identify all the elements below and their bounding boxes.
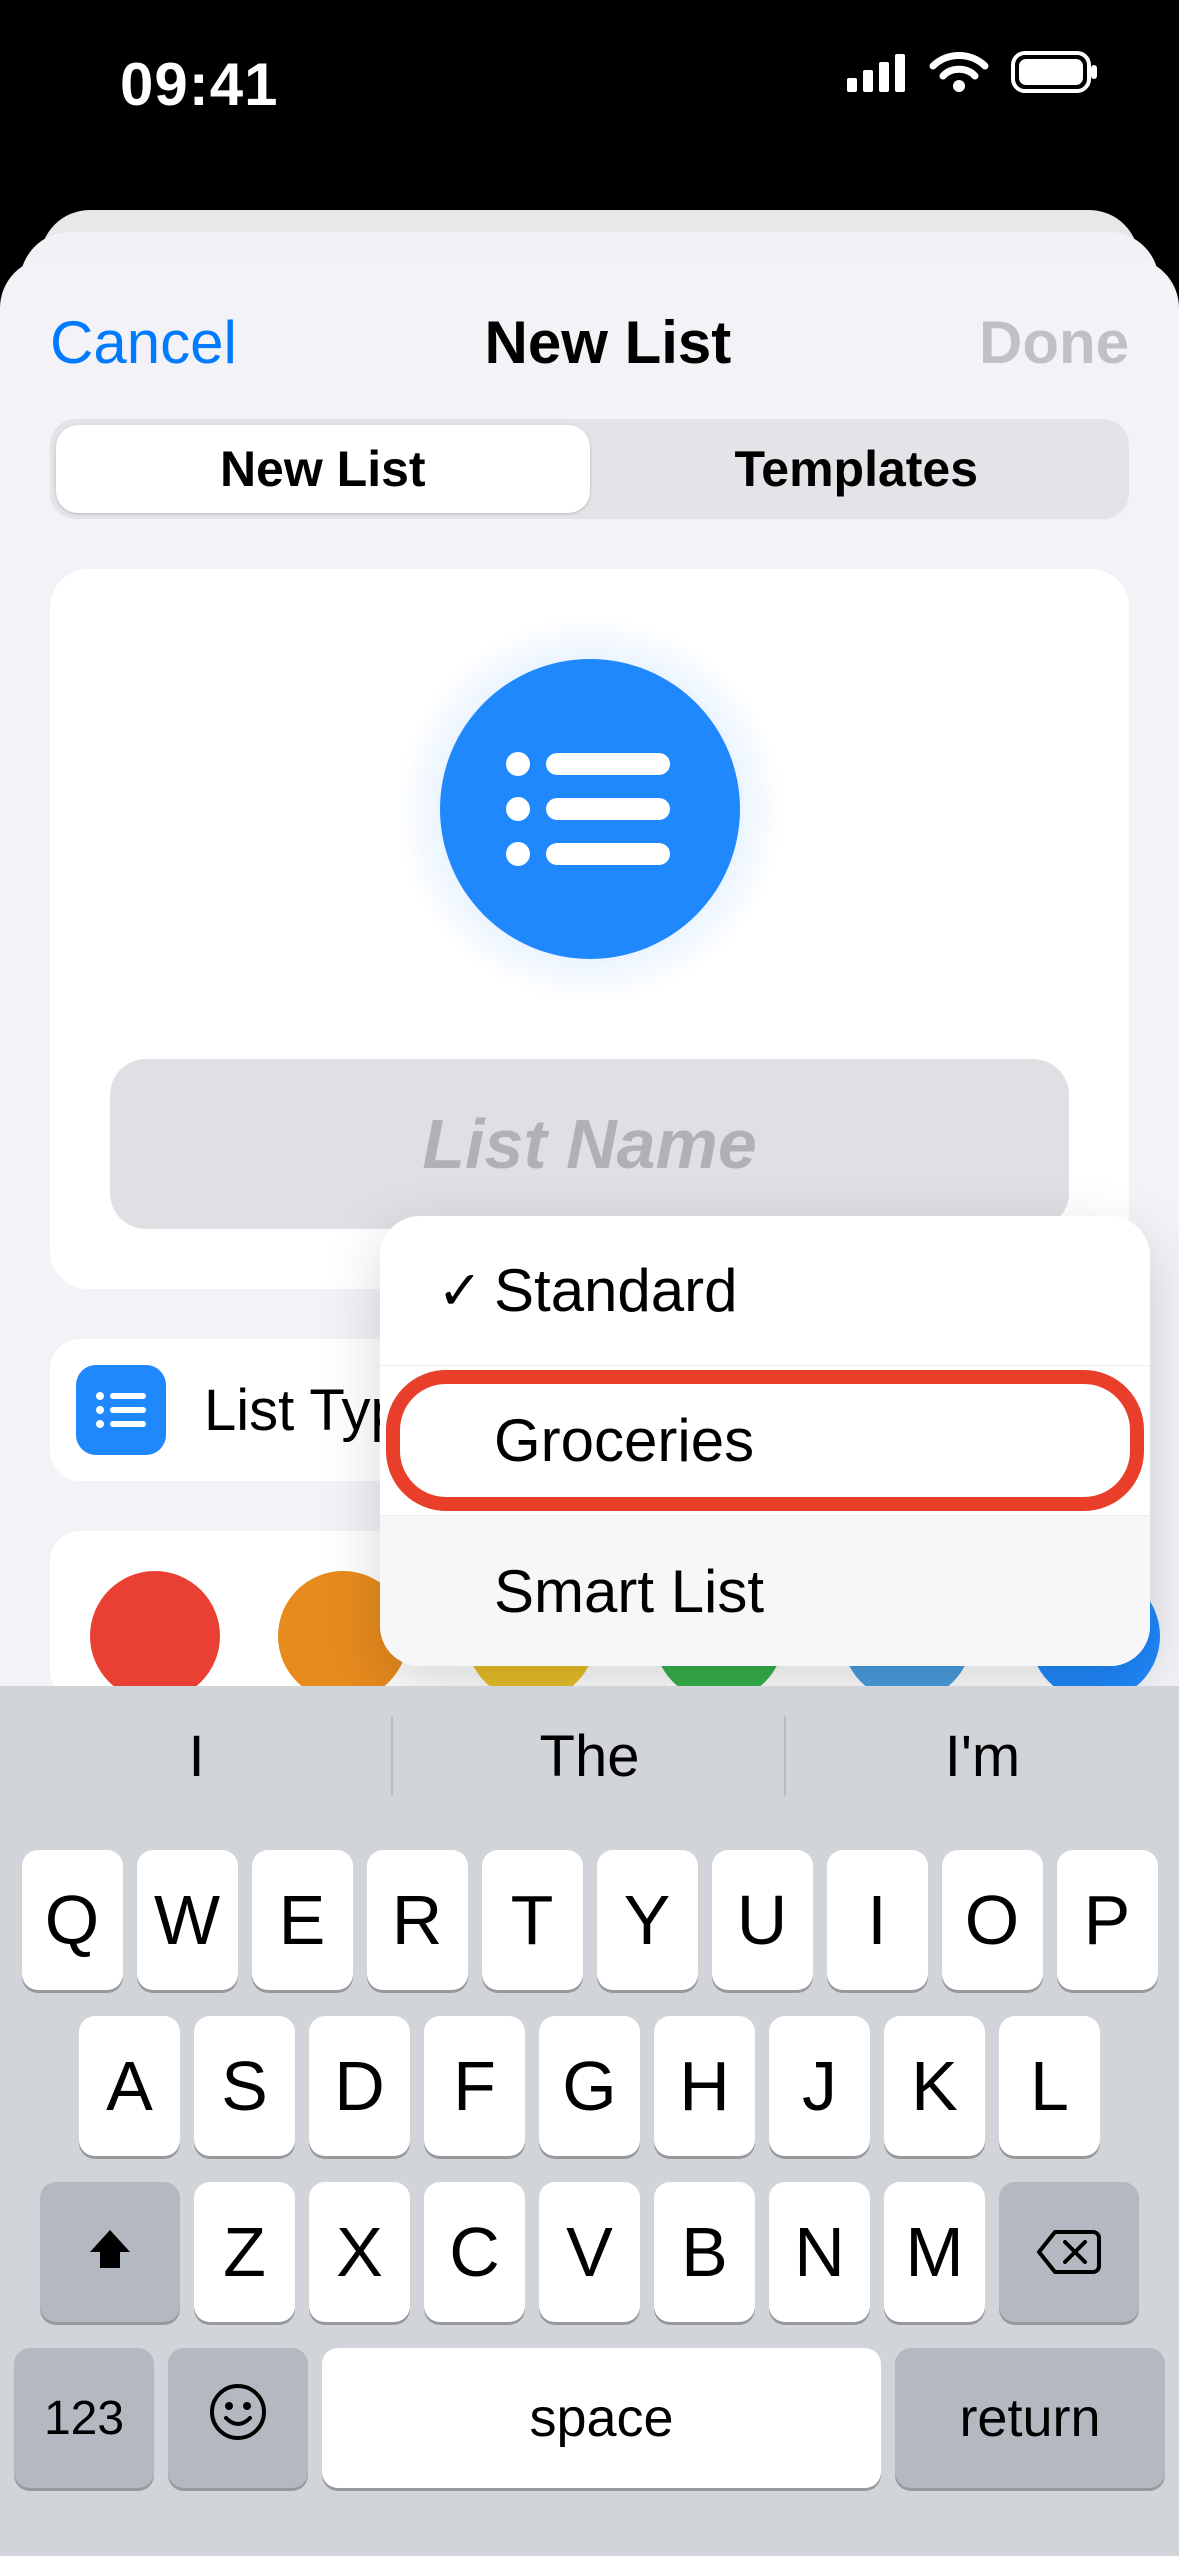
key-h[interactable]: H [654, 2016, 755, 2156]
checkmark-icon: ✓ [430, 1259, 490, 1322]
key-p[interactable]: P [1057, 1850, 1158, 1990]
on-screen-keyboard: I The I'm QWERTYUIOP ASDFGHJKL ZXCVBNM 1… [0, 1686, 1179, 2556]
list-type-option-groceries[interactable]: Groceries [380, 1366, 1150, 1516]
key-i[interactable]: I [827, 1850, 928, 1990]
key-m[interactable]: M [884, 2182, 985, 2322]
return-key[interactable]: return [895, 2348, 1165, 2488]
backspace-icon [1037, 2212, 1101, 2292]
key-g[interactable]: G [539, 2016, 640, 2156]
list-icon-preview[interactable] [420, 639, 760, 979]
option-label: Standard [490, 1256, 738, 1325]
option-label: Smart List [490, 1557, 764, 1626]
key-row-bottom: 123 space return [14, 2348, 1165, 2488]
done-button[interactable]: Done [979, 308, 1129, 377]
list-mode-segmented[interactable]: New List Templates [50, 419, 1129, 519]
key-w[interactable]: W [137, 1850, 238, 1990]
key-s[interactable]: S [194, 2016, 295, 2156]
icon-name-card [50, 569, 1129, 1289]
key-e[interactable]: E [252, 1850, 353, 1990]
prediction[interactable]: I'm [786, 1686, 1179, 1826]
cancel-button[interactable]: Cancel [50, 308, 237, 377]
cellular-icon [847, 52, 907, 92]
wifi-icon [929, 50, 989, 94]
key-t[interactable]: T [482, 1850, 583, 1990]
prediction[interactable]: I [0, 1686, 393, 1826]
emoji-icon [208, 2378, 268, 2458]
key-z[interactable]: Z [194, 2182, 295, 2322]
key-row-2: ASDFGHJKL [14, 2016, 1165, 2156]
status-indicators [847, 50, 1119, 94]
sheet-header: Cancel New List Done [0, 258, 1179, 419]
backspace-key[interactable] [999, 2182, 1139, 2322]
key-u[interactable]: U [712, 1850, 813, 1990]
status-bar: 09:41 [0, 0, 1179, 210]
numbers-key[interactable]: 123 [14, 2348, 154, 2488]
key-q[interactable]: Q [22, 1850, 123, 1990]
shift-key[interactable] [40, 2182, 180, 2322]
key-n[interactable]: N [769, 2182, 870, 2322]
shift-icon [84, 2212, 136, 2292]
key-l[interactable]: L [999, 2016, 1100, 2156]
prediction-bar: I The I'm [0, 1686, 1179, 1826]
key-b[interactable]: B [654, 2182, 755, 2322]
list-type-option-standard[interactable]: ✓ Standard [380, 1216, 1150, 1366]
list-type-menu: ✓ Standard Groceries Smart List [380, 1216, 1150, 1666]
key-row-3: ZXCVBNM [14, 2182, 1165, 2322]
battery-icon [1011, 51, 1099, 93]
option-label: Groceries [490, 1406, 754, 1475]
list-bullet-small-icon [76, 1365, 166, 1455]
key-o[interactable]: O [942, 1850, 1043, 1990]
list-bullet-icon [440, 659, 740, 959]
space-key[interactable]: space [322, 2348, 881, 2488]
key-d[interactable]: D [309, 2016, 410, 2156]
key-a[interactable]: A [79, 2016, 180, 2156]
key-r[interactable]: R [367, 1850, 468, 1990]
prediction[interactable]: The [393, 1686, 786, 1826]
seg-templates[interactable]: Templates [590, 425, 1124, 513]
sheet-title: New List [485, 308, 732, 377]
emoji-key[interactable] [168, 2348, 308, 2488]
key-x[interactable]: X [309, 2182, 410, 2322]
seg-new-list[interactable]: New List [56, 425, 590, 513]
list-name-input[interactable] [110, 1059, 1069, 1229]
key-j[interactable]: J [769, 2016, 870, 2156]
key-y[interactable]: Y [597, 1850, 698, 1990]
key-v[interactable]: V [539, 2182, 640, 2322]
color-swatch[interactable] [90, 1571, 220, 1701]
key-row-1: QWERTYUIOP [14, 1850, 1165, 1990]
key-c[interactable]: C [424, 2182, 525, 2322]
new-list-sheet: Cancel New List Done New List Templates [0, 258, 1179, 2556]
list-type-option-smart[interactable]: Smart List [380, 1516, 1150, 1666]
status-time: 09:41 [60, 50, 278, 119]
key-f[interactable]: F [424, 2016, 525, 2156]
key-k[interactable]: K [884, 2016, 985, 2156]
